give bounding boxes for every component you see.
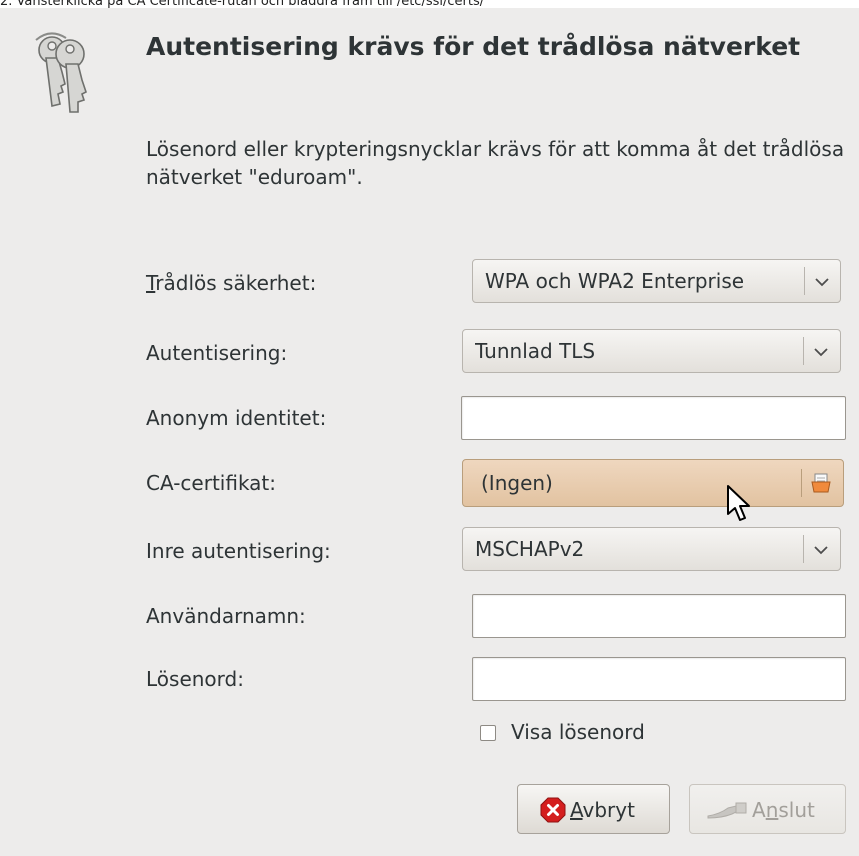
connect-button-label: Anslut: [752, 798, 815, 822]
dialog-description: Lösenord eller krypteringsnycklar krävs …: [146, 137, 845, 189]
security-value: WPA och WPA2 Enterprise: [485, 269, 745, 293]
file-open-icon: [810, 472, 832, 494]
chevron-down-icon: [812, 342, 830, 360]
inner-auth-dropdown[interactable]: MSCHAPv2: [462, 527, 841, 571]
cancel-button[interactable]: Avbryt: [517, 784, 670, 834]
anonymous-identity-input[interactable]: [461, 396, 846, 440]
combo-separator: [803, 535, 804, 563]
password-label: Lösenord:: [146, 667, 244, 691]
combo-separator: [804, 267, 805, 295]
auth-dropdown[interactable]: Tunnlad TLS: [462, 329, 841, 373]
dialog-title: Autentisering krävs för det trådlösa nät…: [146, 32, 801, 61]
cancel-button-label: Avbryt: [570, 798, 635, 822]
anonymous-identity-label: Anonym identitet:: [146, 406, 327, 430]
combo-separator: [803, 337, 804, 365]
username-label: Användarnamn:: [146, 604, 306, 628]
cancel-icon: [540, 797, 566, 823]
chevron-down-icon: [813, 272, 831, 290]
mouse-cursor-icon: [726, 484, 752, 524]
connect-icon: [706, 800, 750, 820]
show-password-label[interactable]: Visa lösenord: [511, 719, 645, 745]
instruction-text-strip: 2. Vänsterklicka på CA Certificate-rutan…: [0, 0, 859, 8]
password-input[interactable]: [472, 657, 846, 701]
keys-icon: [30, 28, 110, 118]
button-separator: [801, 469, 802, 497]
ca-certificate-value: (Ingen): [481, 471, 553, 495]
auth-label: Autentisering:: [146, 341, 288, 365]
connect-button[interactable]: Anslut: [689, 784, 846, 834]
inner-auth-value: MSCHAPv2: [475, 537, 585, 561]
inner-auth-label: Inre autentisering:: [146, 539, 331, 563]
ca-certificate-file-button[interactable]: (Ingen): [462, 459, 844, 507]
security-dropdown[interactable]: WPA och WPA2 Enterprise: [472, 259, 841, 303]
ca-certificate-label: CA-certifikat:: [146, 471, 277, 495]
auth-value: Tunnlad TLS: [475, 339, 596, 363]
show-password-checkbox[interactable]: [480, 725, 496, 741]
security-label: Trådlös säkerhet:: [146, 271, 317, 295]
chevron-down-icon: [812, 540, 830, 558]
username-input[interactable]: [472, 594, 846, 638]
